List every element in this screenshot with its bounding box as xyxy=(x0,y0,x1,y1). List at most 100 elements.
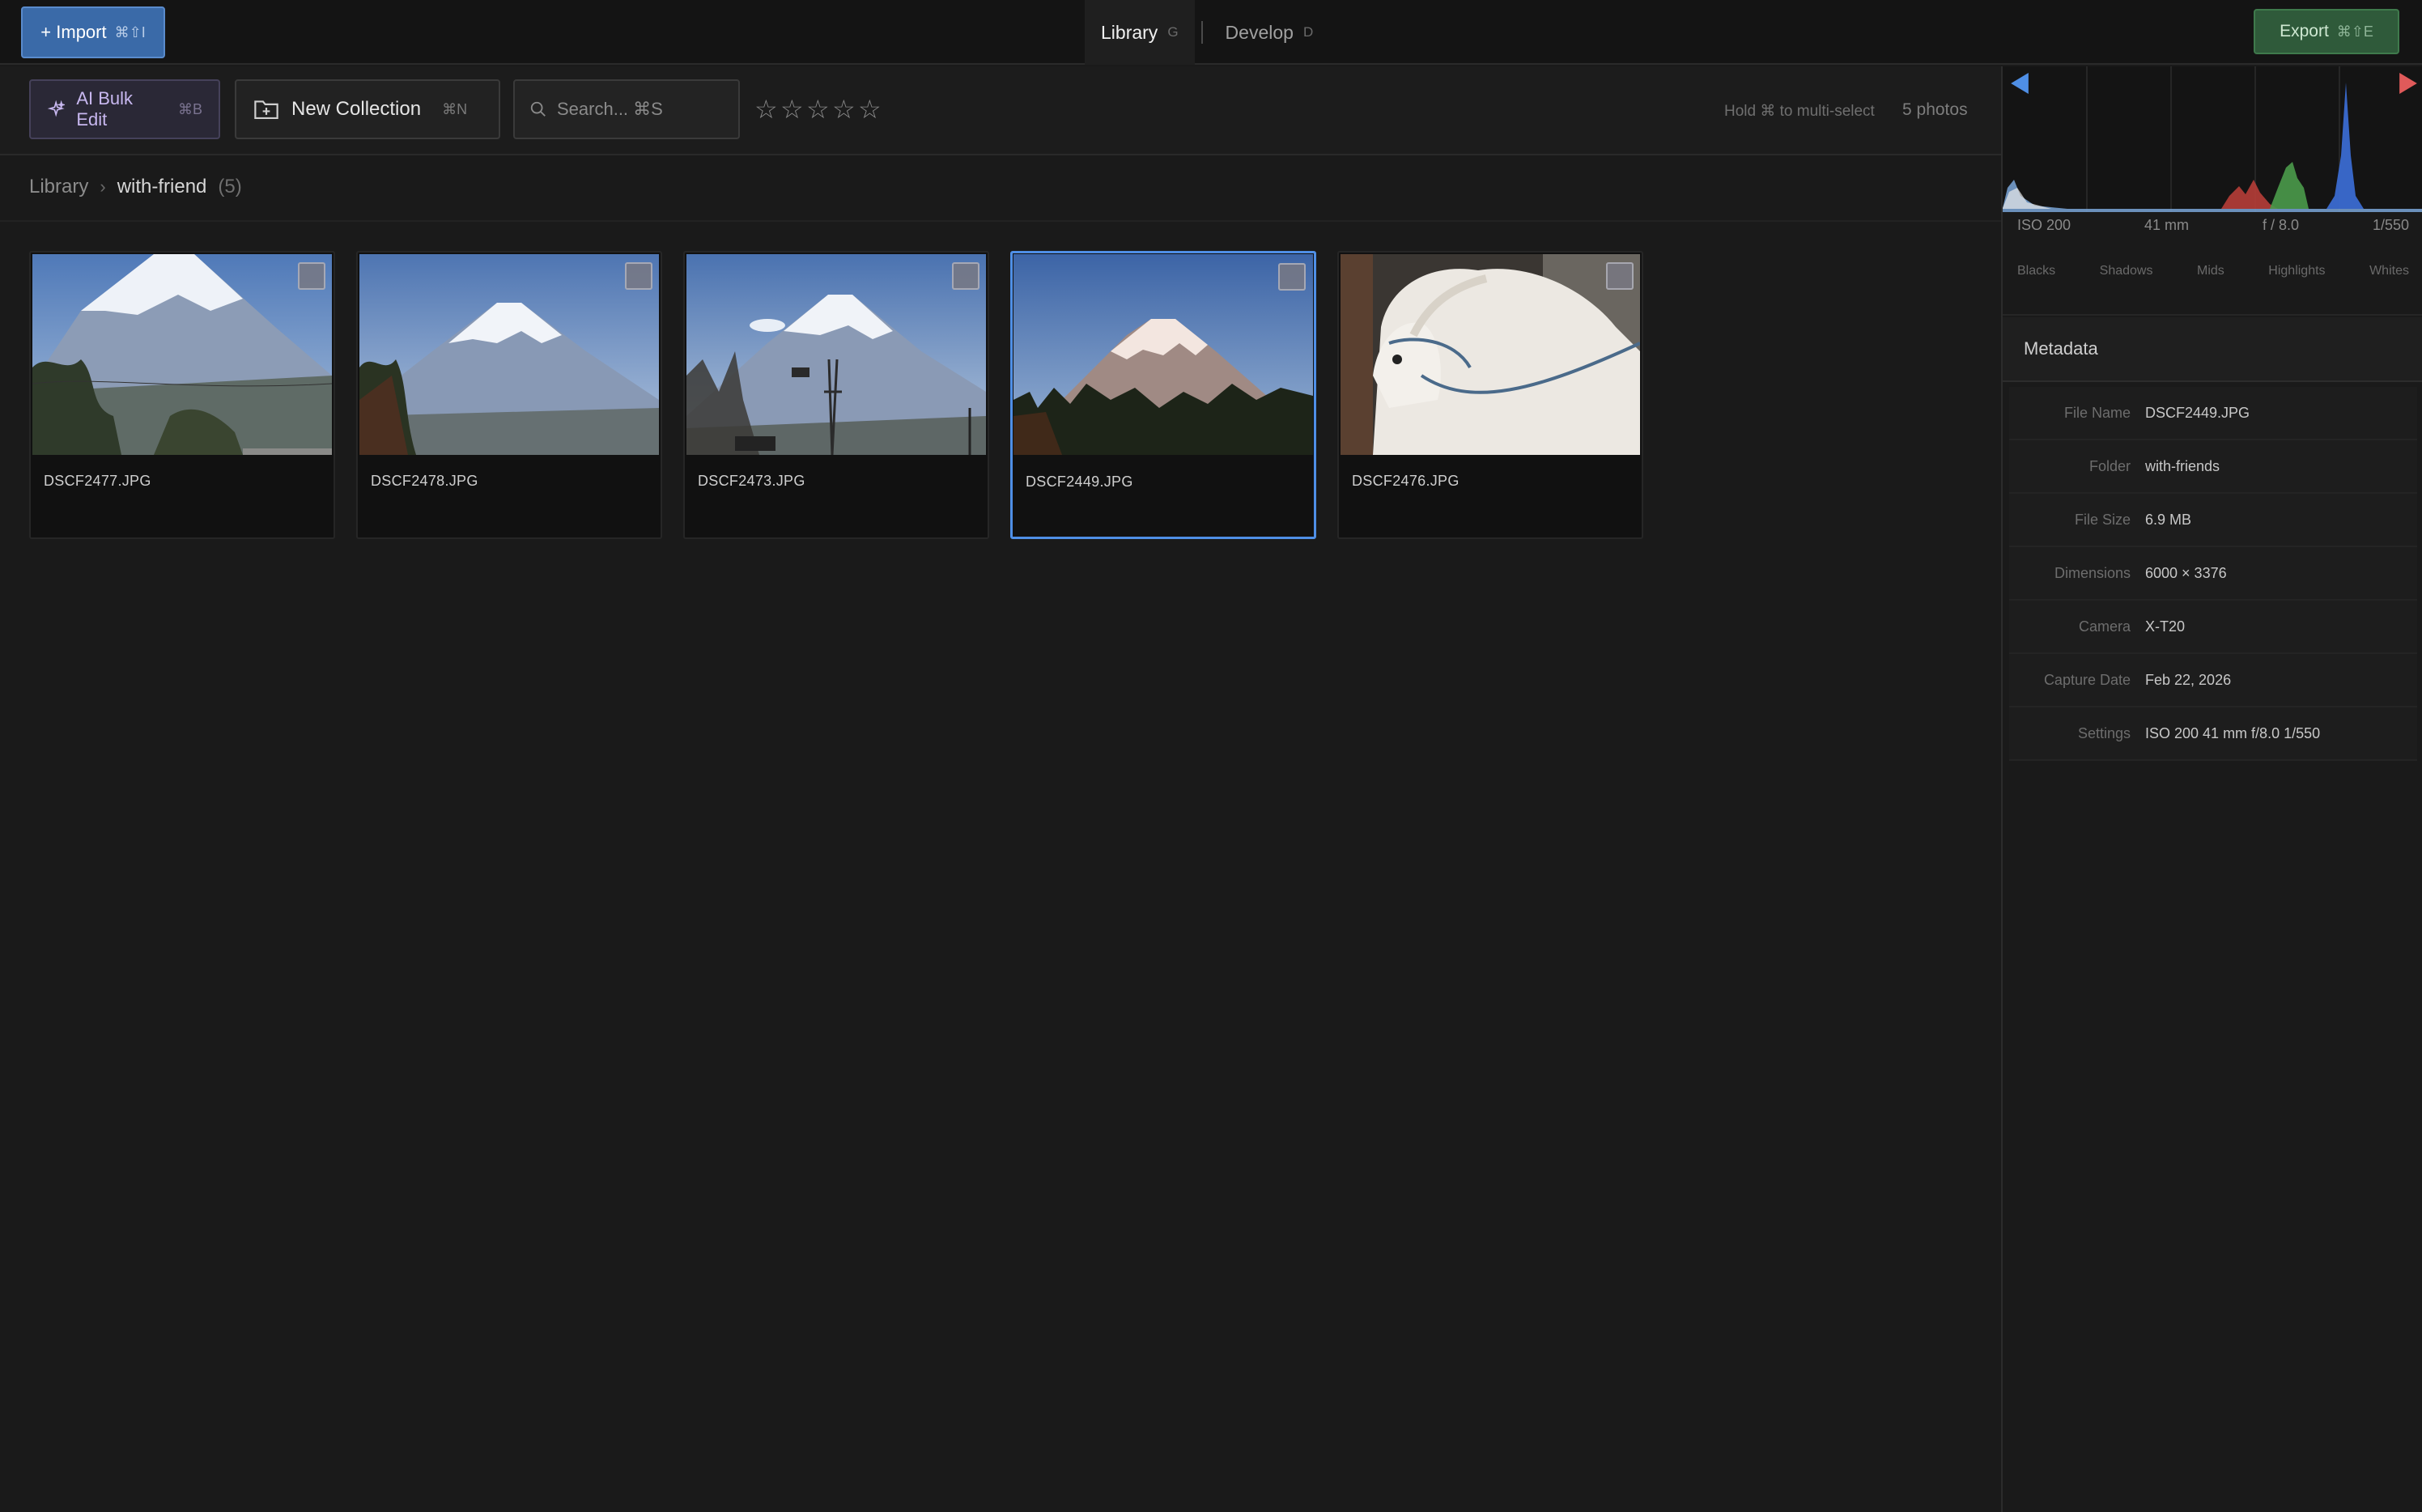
tab-develop[interactable]: Develop D xyxy=(1209,0,1330,65)
import-shortcut: ⌘⇧I xyxy=(114,23,146,40)
tab-develop-label: Develop xyxy=(1225,21,1294,43)
metadata-label: Camera xyxy=(2078,618,2131,635)
rating-filter: ☆ ☆ ☆ ☆ ☆ xyxy=(754,94,882,125)
metadata-table: File Name DSCF2449.JPG Folder with-frien… xyxy=(2009,387,2417,761)
zone-blacks: Blacks xyxy=(2017,264,2056,278)
search-input[interactable] xyxy=(557,99,719,120)
tonal-zones: Blacks Shadows Mids Highlights Whites xyxy=(2003,264,2422,278)
photo-thumbnail xyxy=(686,254,986,455)
photo-filename: DSCF2477.JPG xyxy=(44,473,151,489)
metadata-header[interactable]: Metadata xyxy=(2003,317,2422,382)
search-field[interactable] xyxy=(513,79,740,139)
histogram xyxy=(2003,66,2422,212)
app-window: + Import ⌘⇧I Library G Develop D Export … xyxy=(0,0,2422,1512)
photo-thumbnail xyxy=(1013,254,1313,455)
tab-library-label: Library xyxy=(1101,21,1158,43)
metadata-value: 6000 × 3376 xyxy=(2145,564,2227,581)
metadata-value: DSCF2449.JPG xyxy=(2145,404,2250,421)
breadcrumb-current: with-friend xyxy=(117,176,207,197)
metadata-value: Feb 22, 2026 xyxy=(2145,671,2232,688)
photo-card[interactable]: DSCF2473.JPG xyxy=(683,251,989,539)
mode-tabs: Library G Develop D xyxy=(1085,0,1329,65)
metadata-label: Settings xyxy=(2077,724,2131,741)
import-button[interactable]: + Import ⌘⇧I xyxy=(21,6,165,58)
select-checkbox[interactable] xyxy=(1278,263,1306,291)
star-2-icon[interactable]: ☆ xyxy=(780,94,804,125)
metadata-row: Settings ISO 200 41 mm f/8.0 1/550 xyxy=(2009,707,2417,761)
metadata-label: File Size xyxy=(2074,511,2131,528)
metadata-value: 6.9 MB xyxy=(2145,511,2192,528)
tab-divider xyxy=(1200,21,1203,44)
library-toolbar: AI Bulk Edit ⌘B New Collection ⌘N ☆ ☆ ☆ … xyxy=(0,66,2001,155)
import-label: + Import xyxy=(40,22,107,42)
shadow-clip-icon[interactable] xyxy=(2011,73,2029,94)
breadcrumb: Library › with-friend (5) xyxy=(29,167,242,207)
metadata-label: Folder xyxy=(2088,457,2131,474)
select-checkbox[interactable] xyxy=(952,262,979,290)
exif-shutter: 1/550 xyxy=(2372,217,2409,233)
star-5-icon[interactable]: ☆ xyxy=(858,94,882,125)
inspector-panel: ISO 200 41 mm f / 8.0 1/550 Blacks Shado… xyxy=(2001,66,2422,1512)
photo-card[interactable]: DSCF2477.JPG xyxy=(29,251,335,539)
metadata-label: Dimensions xyxy=(2054,564,2131,581)
star-4-icon[interactable]: ☆ xyxy=(832,94,856,125)
zone-highlights: Highlights xyxy=(2268,264,2326,278)
metadata-title: Metadata xyxy=(2024,338,2098,359)
tab-library[interactable]: Library G xyxy=(1085,0,1195,65)
ai-bulk-edit-shortcut: ⌘B xyxy=(177,100,202,117)
sparkle-icon xyxy=(47,100,66,117)
panel-divider xyxy=(2003,314,2422,316)
new-collection-shortcut: ⌘N xyxy=(442,100,468,117)
select-checkbox[interactable] xyxy=(1606,262,1634,290)
zone-whites: Whites xyxy=(2369,264,2409,278)
ai-bulk-edit-label: AI Bulk Edit xyxy=(76,88,134,130)
zone-shadows: Shadows xyxy=(2099,264,2153,278)
breadcrumb-library[interactable]: Library xyxy=(29,176,88,198)
search-icon xyxy=(530,101,546,117)
metadata-row: Dimensions 6000 × 3376 xyxy=(2009,547,2417,601)
exif-focal: 41 mm xyxy=(2144,217,2190,233)
star-1-icon[interactable]: ☆ xyxy=(754,94,778,125)
metadata-row: Folder with-friends xyxy=(2009,440,2417,494)
photo-filename: DSCF2478.JPG xyxy=(371,473,478,489)
metadata-row: File Size 6.9 MB xyxy=(2009,494,2417,547)
photo-thumbnail xyxy=(32,254,332,455)
metadata-row: Camera X-T20 xyxy=(2009,601,2417,654)
star-3-icon[interactable]: ☆ xyxy=(806,94,830,125)
breadcrumb-count: (5) xyxy=(218,176,242,197)
select-checkbox[interactable] xyxy=(625,262,652,290)
metadata-value: with-friends xyxy=(2145,457,2220,474)
photo-filename: DSCF2473.JPG xyxy=(698,473,805,489)
photo-filename: DSCF2449.JPG xyxy=(1026,474,1133,490)
ai-bulk-edit-button[interactable]: AI Bulk Edit ⌘B xyxy=(29,79,220,139)
photo-thumbnail xyxy=(1341,254,1640,455)
folder-plus-icon xyxy=(254,100,278,119)
new-collection-label: New Collection xyxy=(291,98,422,120)
metadata-value: ISO 200 41 mm f/8.0 1/550 xyxy=(2145,724,2321,741)
top-bar: + Import ⌘⇧I Library G Develop D Export … xyxy=(0,0,2422,65)
exif-summary: ISO 200 41 mm f / 8.0 1/550 xyxy=(2003,217,2422,234)
export-shortcut: ⌘⇧E xyxy=(2336,23,2373,40)
photo-card[interactable]: DSCF2476.JPG xyxy=(1337,251,1643,539)
photo-card[interactable]: DSCF2478.JPG xyxy=(356,251,662,539)
export-label: Export xyxy=(2280,22,2329,40)
exif-aperture: f / 8.0 xyxy=(2262,217,2299,233)
metadata-row: File Name DSCF2449.JPG xyxy=(2009,387,2417,440)
select-checkbox[interactable] xyxy=(298,262,325,290)
new-collection-button[interactable]: New Collection ⌘N xyxy=(235,79,500,139)
metadata-label: File Name xyxy=(2063,404,2131,421)
export-button[interactable]: Export ⌘⇧E xyxy=(2254,9,2399,54)
photo-card-selected[interactable]: DSCF2449.JPG xyxy=(1010,251,1316,539)
tab-library-shortcut: G xyxy=(1167,24,1179,40)
zone-mids: Mids xyxy=(2196,264,2224,278)
exif-iso: ISO 200 xyxy=(2017,217,2071,233)
photo-count: 5 photos xyxy=(1902,100,1968,119)
photo-thumbnail xyxy=(359,254,659,455)
tab-develop-shortcut: D xyxy=(1302,24,1314,40)
chevron-right-icon: › xyxy=(100,176,106,197)
metadata-value: X-T20 xyxy=(2145,618,2186,635)
breadcrumb-divider xyxy=(0,220,2001,222)
highlight-clip-icon[interactable] xyxy=(2399,73,2417,94)
metadata-row: Capture Date Feb 22, 2026 xyxy=(2009,654,2417,707)
multi-select-hint: Hold ⌘ to multi-select xyxy=(1724,103,1875,120)
